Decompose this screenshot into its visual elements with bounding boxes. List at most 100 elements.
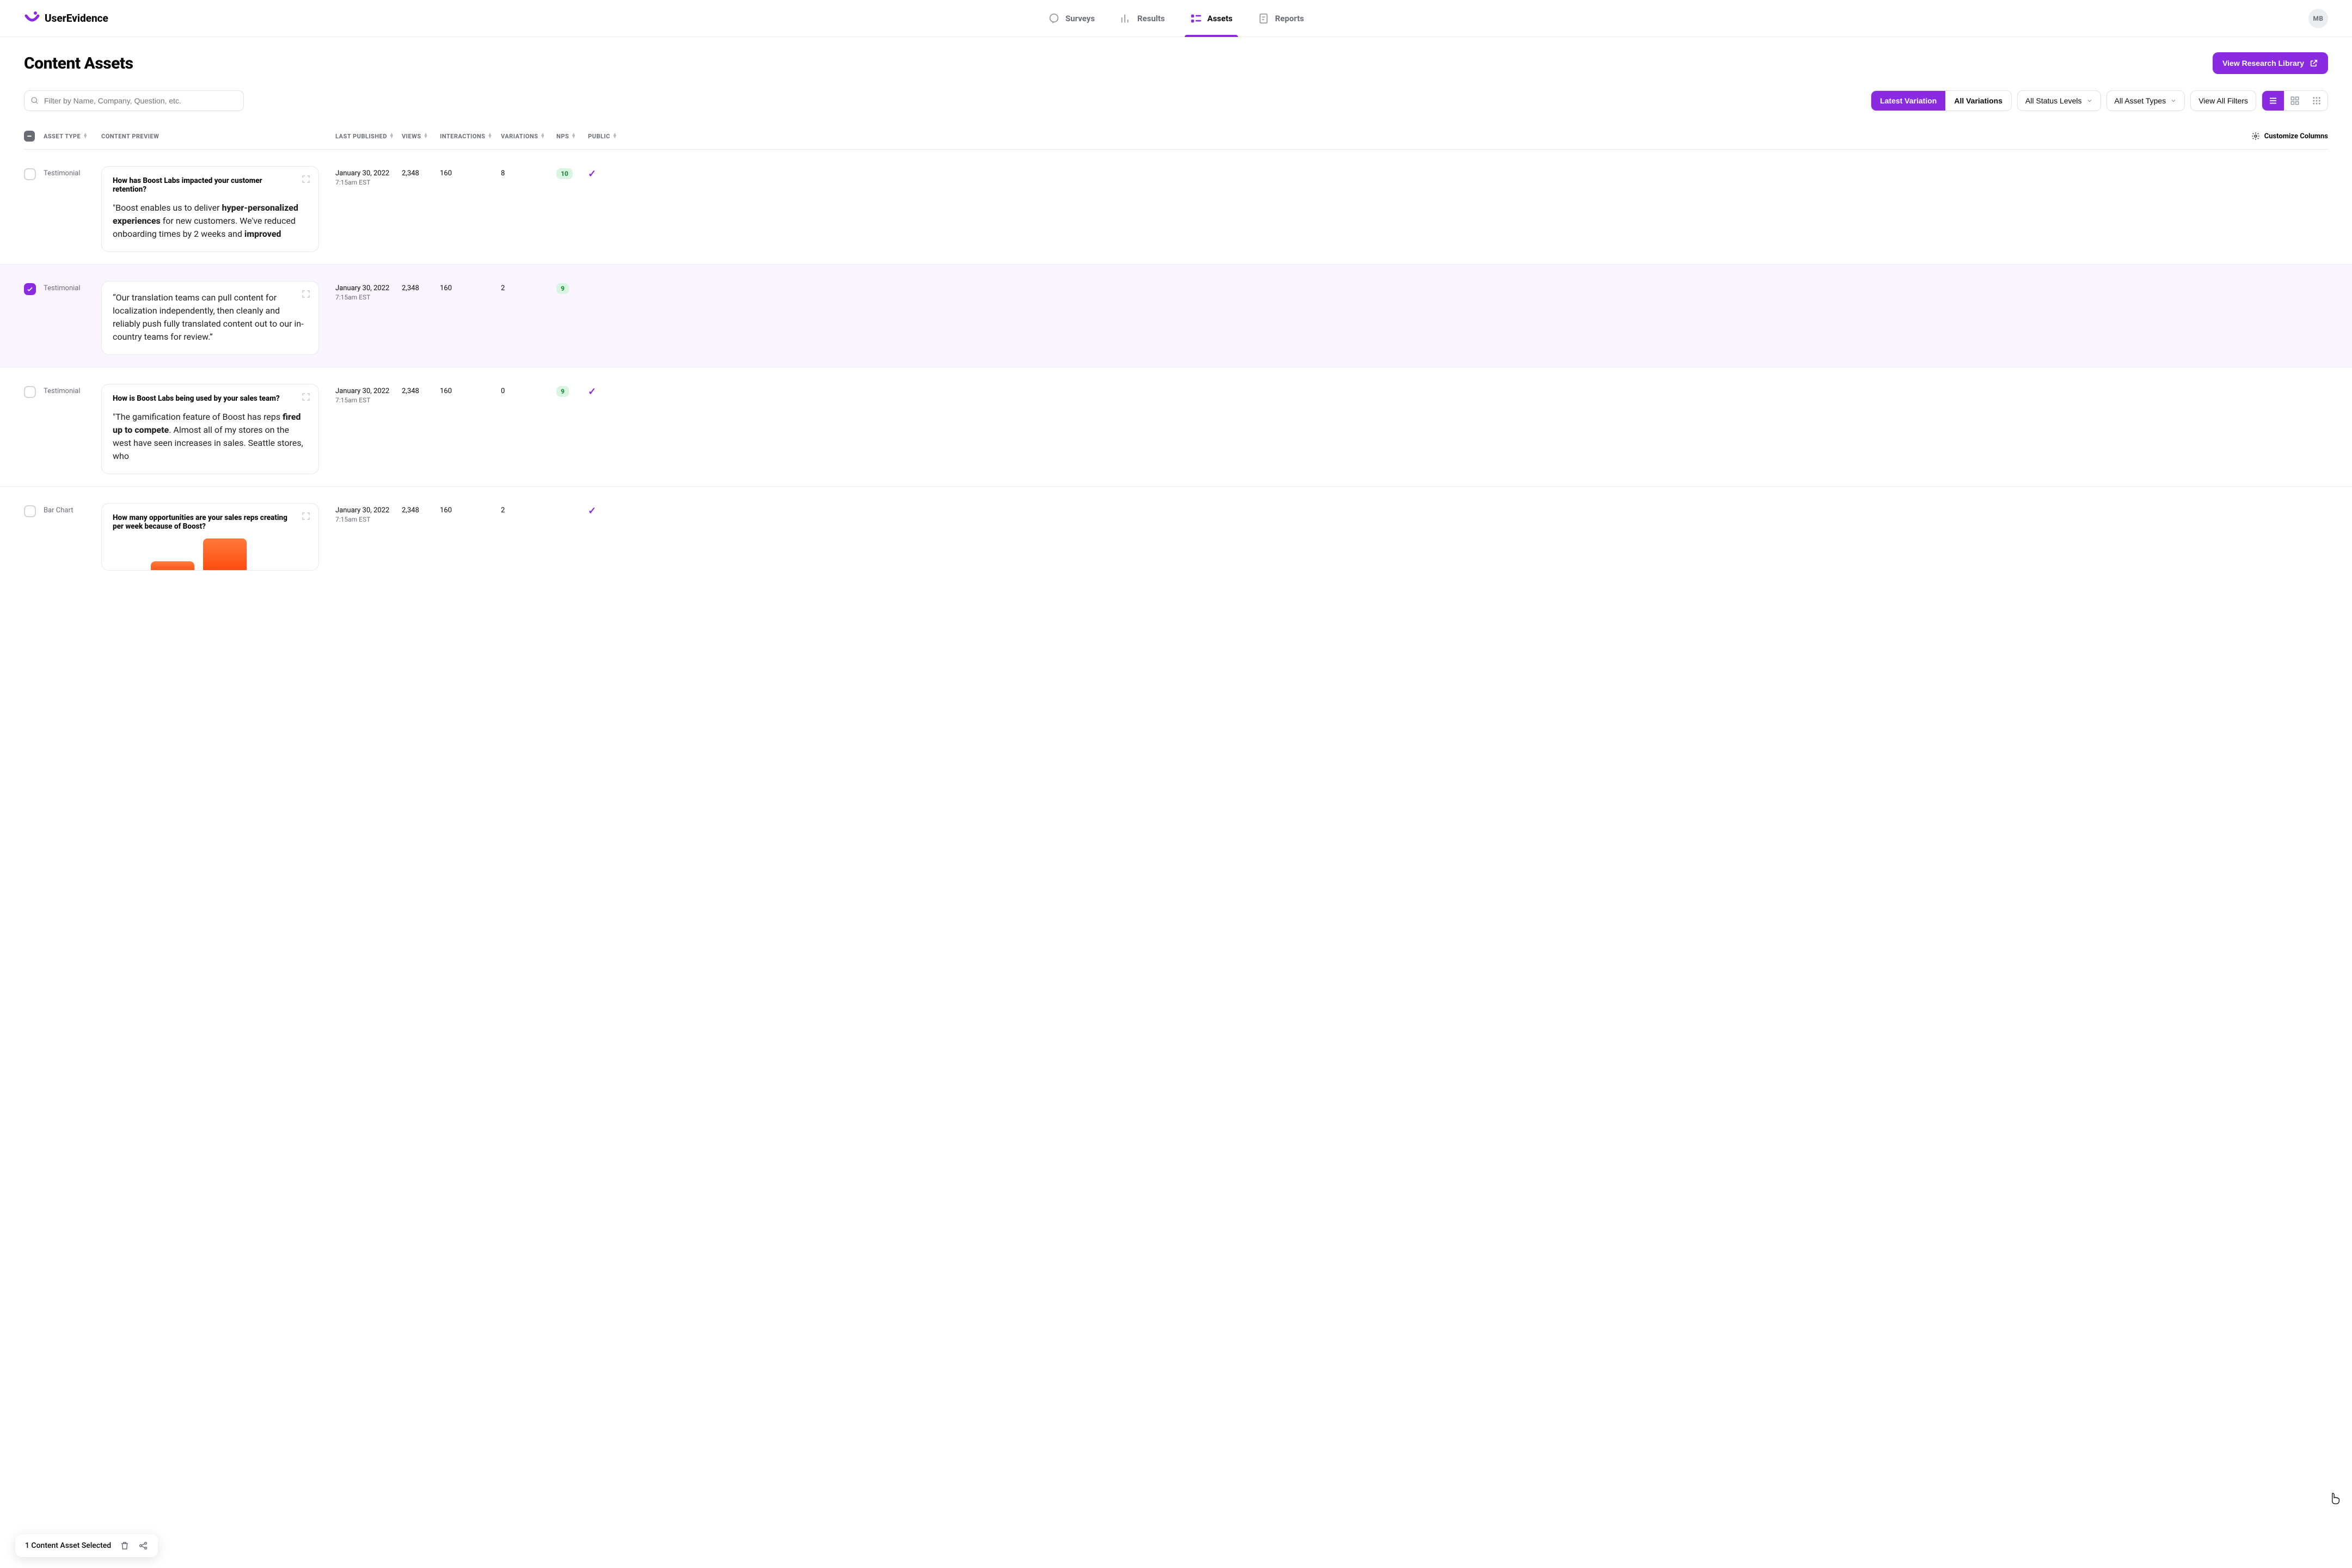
seg-latest-variation[interactable]: Latest Variation: [1871, 91, 1945, 111]
nav-reports[interactable]: Reports: [1252, 0, 1309, 36]
clipboard-icon: [1258, 13, 1270, 24]
view-research-library-button[interactable]: View Research Library: [2213, 52, 2328, 74]
interactions-cell: 160: [440, 281, 501, 292]
grid-icon: [2312, 96, 2322, 106]
last-published-cell: January 30, 20227:15am EST: [335, 384, 402, 404]
selection-toolbar: 1 Content Asset Selected: [15, 1534, 158, 1557]
col-views[interactable]: VIEWS▲▼: [402, 133, 440, 140]
question-text: How many opportunities are your sales re…: [113, 513, 308, 531]
variation-segment: Latest Variation All Variations: [1871, 90, 2012, 111]
views-cell: 2,348: [402, 166, 440, 177]
filter-status-levels[interactable]: All Status Levels: [2017, 90, 2101, 111]
search-icon: [30, 96, 39, 105]
view-list-button[interactable]: [2262, 91, 2284, 111]
view-grid-button[interactable]: [2306, 91, 2328, 111]
col-variations[interactable]: VARIATIONS▲▼: [501, 133, 556, 140]
views-cell: 2,348: [402, 503, 440, 514]
sort-icon: ▲▼: [424, 133, 428, 139]
nav-assets[interactable]: Assets: [1184, 0, 1238, 36]
logo-icon: [24, 10, 40, 27]
col-interactions[interactable]: INTERACTIONS▲▼: [440, 133, 501, 140]
external-link-icon: [2310, 59, 2318, 68]
list-icon: [2268, 96, 2278, 106]
public-check-icon: ✓: [588, 168, 630, 180]
sort-icon: ▲▼: [389, 133, 394, 139]
customize-columns-button[interactable]: Customize Columns: [630, 132, 2328, 140]
cursor-icon: [2329, 1492, 2340, 1505]
sort-icon: ▲▼: [83, 133, 88, 139]
public-check-icon: ✓: [588, 505, 630, 517]
main-nav: Surveys Results Assets Reports: [1043, 0, 1309, 36]
assets-icon: [1190, 13, 1202, 24]
search-input[interactable]: [24, 90, 244, 111]
select-all-checkbox[interactable]: [24, 131, 35, 142]
col-last-published[interactable]: LAST PUBLISHED▲▼: [335, 133, 402, 140]
sort-icon: ▲▼: [540, 133, 545, 139]
table-row: Testimonial How is Boost Labs being used…: [0, 367, 2352, 487]
row-checkbox[interactable]: [24, 386, 36, 398]
bar-chart-icon: [1120, 13, 1132, 24]
views-cell: 2,348: [402, 384, 440, 395]
nav-surveys[interactable]: Surveys: [1043, 0, 1100, 36]
row-checkbox[interactable]: [24, 283, 36, 295]
asset-type-cell: Testimonial: [44, 384, 101, 395]
chevron-down-icon: [2086, 97, 2093, 104]
last-published-cell: January 30, 20227:15am EST: [335, 166, 402, 186]
page-title: Content Assets: [24, 54, 133, 73]
table-row: Testimonial How has Boost Labs impacted …: [0, 150, 2352, 265]
search-field: [24, 90, 244, 111]
asset-type-cell: Bar Chart: [44, 503, 101, 514]
row-checkbox[interactable]: [24, 505, 36, 517]
variations-cell: 0: [501, 384, 556, 395]
last-published-cell: January 30, 20227:15am EST: [335, 281, 402, 301]
view-card-button[interactable]: [2284, 91, 2306, 111]
testimonial-body: "Boost enables us to deliver hyper-perso…: [113, 201, 308, 241]
asset-type-cell: Testimonial: [44, 166, 101, 177]
testimonial-body: “Our translation teams can pull content …: [113, 291, 308, 344]
col-content-preview: CONTENT PREVIEW: [101, 133, 335, 140]
row-checkbox[interactable]: [24, 168, 36, 180]
brand-logo: UserEvidence: [24, 10, 108, 27]
content-preview-card[interactable]: “Our translation teams can pull content …: [101, 281, 319, 355]
table-row: Bar Chart How many opportunities are you…: [0, 487, 2352, 583]
expand-icon[interactable]: [301, 289, 311, 299]
user-avatar[interactable]: MB: [2308, 9, 2328, 28]
nps-cell: 10: [556, 166, 588, 179]
brand-name: UserEvidence: [45, 12, 108, 24]
sort-icon: ▲▼: [571, 133, 576, 139]
chevron-down-icon: [2170, 97, 2177, 104]
asset-type-cell: Testimonial: [44, 281, 101, 292]
content-preview-card[interactable]: How is Boost Labs being used by your sal…: [101, 384, 319, 474]
table-row: Testimonial “Our translation teams can p…: [0, 265, 2352, 367]
bar-chart-preview: [151, 538, 247, 571]
interactions-cell: 160: [440, 166, 501, 177]
views-cell: 2,348: [402, 281, 440, 292]
content-preview-card[interactable]: How has Boost Labs impacted your custome…: [101, 166, 319, 252]
col-nps[interactable]: NPS▲▼: [556, 133, 588, 140]
sort-icon: ▲▼: [612, 133, 617, 139]
expand-icon[interactable]: [301, 392, 311, 402]
nps-cell: 9: [556, 281, 588, 294]
chat-icon: [1048, 13, 1060, 24]
question-text: How is Boost Labs being used by your sal…: [113, 394, 308, 403]
col-asset-type[interactable]: ASSET TYPE▲▼: [44, 133, 101, 140]
content-preview-card[interactable]: How many opportunities are your sales re…: [101, 503, 319, 571]
app-header: UserEvidence Surveys Results Assets Repo…: [0, 0, 2352, 37]
table-body: Testimonial How has Boost Labs impacted …: [0, 150, 2352, 583]
last-published-cell: January 30, 20227:15am EST: [335, 503, 402, 523]
nps-cell: 9: [556, 384, 588, 397]
col-public[interactable]: PUBLIC▲▼: [588, 133, 630, 140]
view-all-filters-button[interactable]: View All Filters: [2190, 90, 2256, 111]
variations-cell: 8: [501, 166, 556, 177]
question-text: How has Boost Labs impacted your custome…: [113, 176, 308, 194]
view-toggle: [2262, 90, 2328, 111]
expand-icon[interactable]: [301, 174, 311, 184]
grid-small-icon: [2290, 96, 2300, 106]
testimonial-body: "The gamification feature of Boost has r…: [113, 411, 308, 463]
nav-results[interactable]: Results: [1114, 0, 1171, 36]
seg-all-variations[interactable]: All Variations: [1945, 91, 2011, 111]
trash-icon[interactable]: [120, 1541, 130, 1551]
filter-asset-types[interactable]: All Asset Types: [2106, 90, 2185, 111]
expand-icon[interactable]: [301, 511, 311, 521]
share-icon[interactable]: [138, 1541, 148, 1551]
